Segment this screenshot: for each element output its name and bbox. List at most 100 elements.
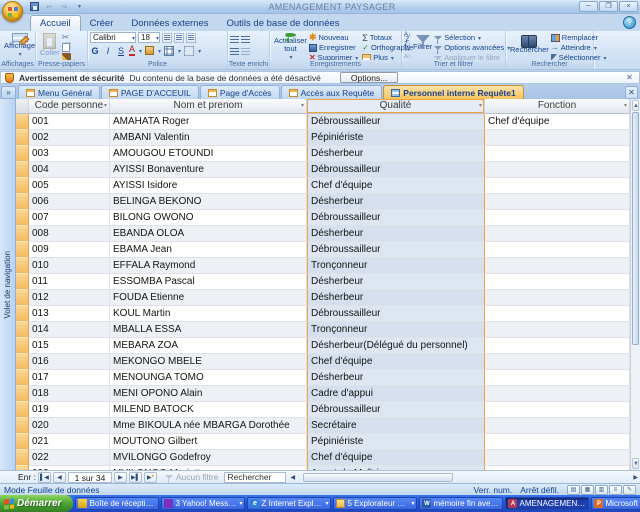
scroll-right-icon[interactable]: ▶ (633, 474, 638, 481)
last-record-button[interactable]: ▶▌ (129, 472, 142, 483)
doc-tab[interactable]: Menu Général (18, 85, 100, 99)
table-row[interactable]: 019MILEND BATOCKDébroussailleur (16, 402, 630, 418)
sql-view-icon[interactable]: ≡ (609, 485, 622, 495)
record-selector[interactable] (16, 402, 29, 418)
cell-qualite[interactable]: Débroussailleur (307, 114, 485, 130)
refresh-all-button[interactable]: Actualiser tout (272, 32, 309, 60)
underline-button[interactable]: S (116, 46, 126, 56)
font-name-select[interactable]: Calibri (90, 32, 136, 43)
cell-code[interactable]: 003 (29, 146, 110, 162)
cell-qualite[interactable]: Désherbeur (307, 146, 485, 162)
cell-nom[interactable]: AMAHATA Roger (110, 114, 307, 130)
cell-code[interactable]: 010 (29, 258, 110, 274)
filter-state[interactable]: Aucun filtre (165, 472, 219, 482)
table-row[interactable]: 008EBANDA OLOADésherbeur (16, 226, 630, 242)
record-selector[interactable] (16, 258, 29, 274)
cell-qualite[interactable]: Débroussailleur (307, 402, 485, 418)
record-selector[interactable] (16, 178, 29, 194)
table-row[interactable]: 022MVILONGO GodefroyChef d'équipe (16, 450, 630, 466)
view-button[interactable]: Affichage (2, 32, 37, 60)
record-selector[interactable] (16, 370, 29, 386)
taskbar-button[interactable]: mémoire fin avec ... (419, 497, 503, 510)
cell-nom[interactable]: ESSOMBA Pascal (110, 274, 307, 290)
options-button[interactable]: Options... (340, 72, 398, 83)
office-button[interactable] (2, 1, 23, 22)
column-header-qualite[interactable]: Qualité▾ (307, 99, 485, 114)
cell-qualite[interactable]: Pépiniériste (307, 130, 485, 146)
taskbar-button[interactable]: 5 Explorateur W...▾ (333, 497, 417, 510)
taskbar-button[interactable]: Z Internet Explo...▾ (247, 497, 331, 510)
cell-nom[interactable]: EBAMA Jean (110, 242, 307, 258)
cell-qualite[interactable]: Débroussailleur (307, 162, 485, 178)
previous-record-button[interactable]: ◀ (53, 472, 66, 483)
align-center-icon[interactable] (174, 33, 184, 43)
gridlines-icon[interactable] (184, 46, 194, 56)
new-record-button[interactable]: ✱Nouveau (309, 33, 358, 42)
save-record-button[interactable]: Enregistrer (309, 43, 358, 52)
cell-nom[interactable]: FOUDA Etienne (110, 290, 307, 306)
cell-fonction[interactable]: Chef d'équipe (485, 114, 630, 130)
cell-nom[interactable]: MEBARA ZOA (110, 338, 307, 354)
cell-qualite[interactable]: Désherbeur(Délégué du personnel) (307, 338, 485, 354)
cell-nom[interactable]: AYISSI Isidore (110, 178, 307, 194)
table-row[interactable]: 012FOUDA EtienneDésherbeur (16, 290, 630, 306)
cell-code[interactable]: 012 (29, 290, 110, 306)
first-record-button[interactable]: ▌◀ (38, 472, 51, 483)
qat-dropdown-icon[interactable] (73, 2, 85, 12)
cell-code[interactable]: 020 (29, 418, 110, 434)
save-icon[interactable] (28, 2, 40, 12)
doc-tab[interactable]: Accès aux Requête (281, 85, 383, 99)
table-row[interactable]: 013KOUL MartinDébroussailleur (16, 306, 630, 322)
cell-code[interactable]: 021 (29, 434, 110, 450)
cell-fonction[interactable] (485, 306, 630, 322)
cut-button[interactable] (62, 33, 71, 42)
table-row[interactable]: 018MENI OPONO AlainCadre d'appui (16, 386, 630, 402)
pivot-chart-view-icon[interactable]: ▥ (595, 485, 608, 495)
record-selector[interactable] (16, 146, 29, 162)
cell-code[interactable]: 005 (29, 178, 110, 194)
cell-code[interactable]: 018 (29, 386, 110, 402)
cell-fonction[interactable] (485, 274, 630, 290)
taskbar-button[interactable]: AMENAGEMENT ... (505, 497, 589, 510)
record-selector[interactable] (16, 434, 29, 450)
cell-fonction[interactable] (485, 210, 630, 226)
cell-nom[interactable]: MVILONGO Godefroy (110, 450, 307, 466)
cell-fonction[interactable] (485, 354, 630, 370)
cell-code[interactable]: 006 (29, 194, 110, 210)
scroll-down-icon[interactable]: ▼ (632, 458, 639, 469)
cell-fonction[interactable] (485, 130, 630, 146)
paste-button[interactable]: Coller (38, 32, 62, 60)
cell-qualite[interactable]: Secrétaire (307, 418, 485, 434)
column-header-nom[interactable]: Nom et prenom▾ (110, 99, 307, 114)
goto-button[interactable]: Atteindre (551, 43, 607, 52)
cell-qualite[interactable]: Débroussailleur (307, 306, 485, 322)
record-selector[interactable] (16, 114, 29, 130)
replace-button[interactable]: Remplacer (551, 33, 607, 42)
table-row[interactable]: 014MBALLA ESSATronçonneur (16, 322, 630, 338)
table-row[interactable]: 003AMOUGOU ETOUNDIDésherbeur (16, 146, 630, 162)
cell-code[interactable]: 007 (29, 210, 110, 226)
align-left-icon[interactable] (162, 33, 172, 43)
cell-code[interactable]: 022 (29, 450, 110, 466)
scroll-up-icon[interactable]: ▲ (632, 100, 639, 111)
cell-code[interactable]: 011 (29, 274, 110, 290)
record-selector[interactable] (16, 306, 29, 322)
record-selector[interactable] (16, 450, 29, 466)
cell-code[interactable]: 004 (29, 162, 110, 178)
table-row[interactable]: 021MOUTONO GilbertPépiniériste (16, 434, 630, 450)
record-selector[interactable] (16, 418, 29, 434)
record-selector[interactable] (16, 322, 29, 338)
datasheet-view-shortcut-icon[interactable]: ▤ (567, 485, 580, 495)
cell-qualite[interactable]: Débroussailleur (307, 210, 485, 226)
cell-code[interactable]: 008 (29, 226, 110, 242)
table-row[interactable]: 007BILONG OWONODébroussailleur (16, 210, 630, 226)
italic-button[interactable]: I (103, 46, 113, 56)
column-header-fonction[interactable]: Fonction▾ (485, 99, 630, 114)
record-selector[interactable] (16, 386, 29, 402)
scroll-left-icon[interactable]: ◀ (290, 474, 295, 481)
table-row[interactable]: 010EFFALA RaymondTronçonneur (16, 258, 630, 274)
borders-icon[interactable] (164, 46, 174, 56)
minimize-button[interactable]: ─ (579, 1, 598, 12)
cell-code[interactable]: 016 (29, 354, 110, 370)
align-right-icon[interactable] (186, 33, 196, 43)
